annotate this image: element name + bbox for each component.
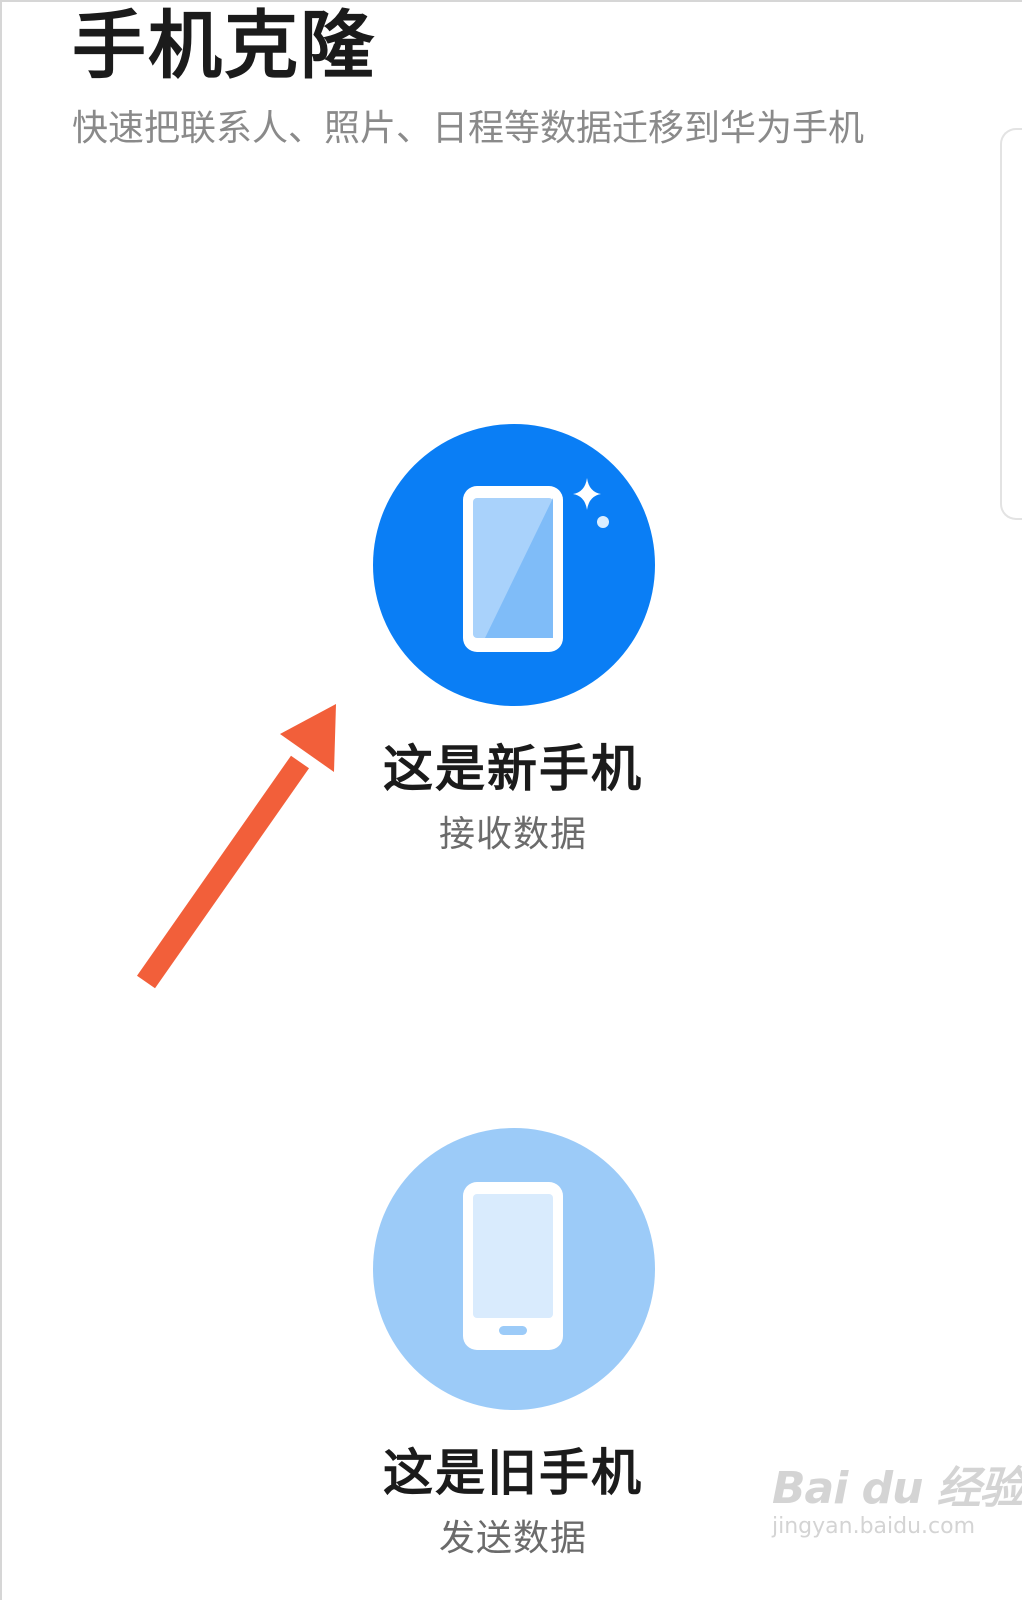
- page-subtitle: 快速把联系人、照片、日程等数据迁移到华为手机: [72, 108, 865, 149]
- new-phone-icon[interactable]: [373, 424, 655, 706]
- watermark-logo: Bai du 经验: [772, 1463, 1022, 1514]
- old-phone-icon[interactable]: [373, 1128, 655, 1410]
- baidu-jingyan-watermark: Bai du 经验 jingyan.baidu.com: [772, 1452, 1022, 1562]
- annotation-arrow-icon: [122, 690, 362, 1014]
- watermark-url: jingyan.baidu.com: [772, 1514, 976, 1539]
- page-title: 手机克隆: [72, 3, 376, 89]
- phone-clone-screen: 手机克隆 快速把联系人、照片、日程等数据迁移到华为手机 这是新手机 接收数据 这…: [0, 0, 1022, 1600]
